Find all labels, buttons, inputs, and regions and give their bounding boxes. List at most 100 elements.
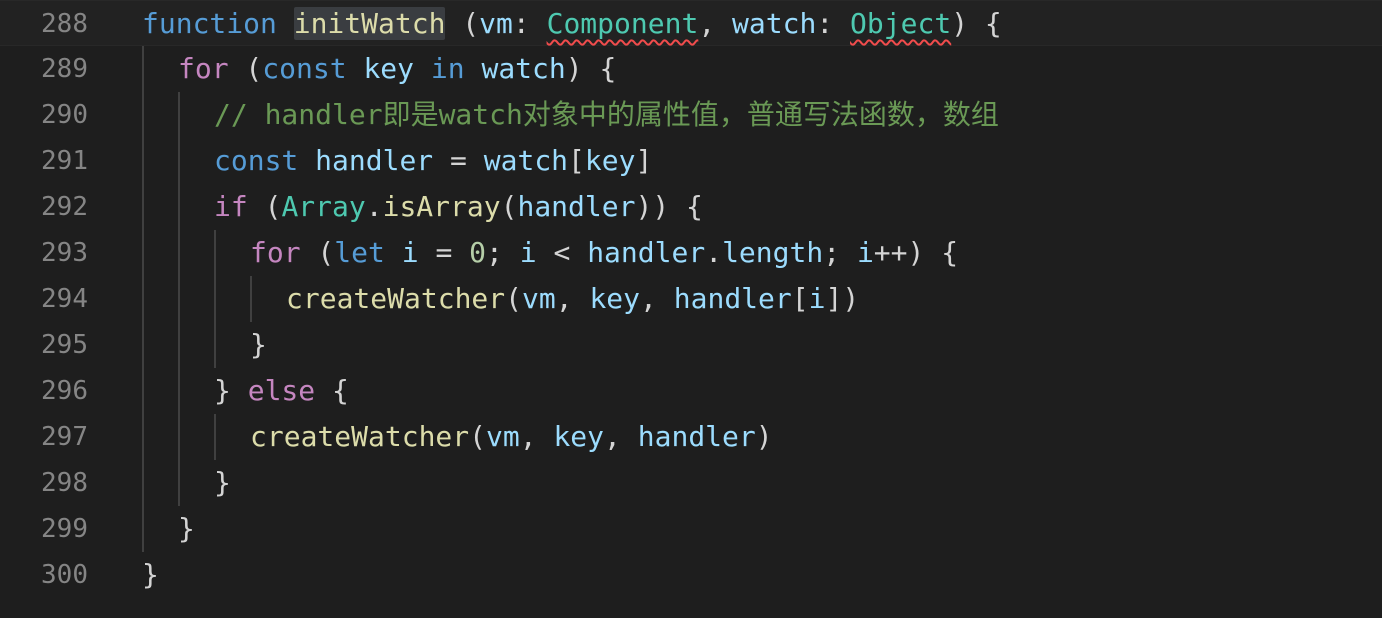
code-text[interactable]: function initWatch (vm: Component, watch…: [142, 7, 1002, 40]
code-token: (: [445, 7, 480, 40]
code-token: else: [247, 374, 316, 407]
line-number: 293: [41, 238, 88, 268]
code-token: for: [250, 236, 301, 269]
line-number: 296: [41, 376, 88, 406]
code-line[interactable]: 298}: [0, 460, 1382, 506]
line-number: 298: [41, 468, 88, 498]
code-text[interactable]: } else {: [214, 377, 349, 405]
line-number: 297: [41, 422, 88, 452]
code-token: isArray: [382, 190, 501, 223]
code-token: {: [315, 374, 349, 407]
line-number: 295: [41, 330, 88, 360]
code-token: :: [512, 7, 547, 40]
code-token: [: [568, 144, 585, 177]
code-text[interactable]: createWatcher(vm, key, handler[i]): [286, 285, 859, 313]
line-number: 299: [41, 514, 88, 544]
code-line[interactable]: 299}: [0, 506, 1382, 552]
line-number: 291: [41, 146, 88, 176]
code-editor[interactable]: 288 function initWatch (vm: Component, wa…: [0, 0, 1382, 618]
code-text[interactable]: // handler即是watch对象中的属性值，普通写法函数，数组: [214, 101, 999, 129]
code-token: }: [214, 466, 231, 499]
code-token: 0: [469, 236, 487, 269]
code-line[interactable]: 300}: [0, 552, 1382, 598]
code-token: let: [334, 236, 385, 269]
code-token: handler: [637, 420, 756, 453]
code-token: (: [247, 190, 282, 223]
code-text[interactable]: }: [178, 515, 195, 543]
code-line[interactable]: 297 createWatcher(vm, key, handler): [0, 414, 1382, 460]
code-text[interactable]: }: [214, 469, 231, 497]
code-line[interactable]: 294 createWatcher(vm, key, handler[i]): [0, 276, 1382, 322]
code-token: const: [214, 144, 299, 177]
code-token: i: [401, 236, 419, 269]
code-token: ,: [640, 282, 674, 315]
code-token: }: [250, 328, 267, 361]
code-token: ;: [823, 236, 857, 269]
line-number: 288: [41, 9, 88, 39]
code-token: <: [536, 236, 588, 269]
code-token: ,: [604, 420, 638, 453]
code-token: handler: [517, 190, 636, 223]
indent-guide: [250, 276, 252, 322]
code-line[interactable]: 291 const handler = watch[key]: [0, 138, 1382, 184]
indent-guide: [214, 414, 216, 460]
code-text[interactable]: const handler = watch[key]: [214, 147, 652, 175]
code-token: }: [214, 374, 248, 407]
code-token: }: [142, 558, 159, 591]
code-text[interactable]: for (let i = 0; i < handler.length; i++)…: [250, 239, 958, 267]
code-token: .: [365, 190, 383, 223]
code-line[interactable]: 289 for (const key in watch) {: [0, 46, 1382, 92]
indent-guide: [178, 92, 180, 506]
line-number: 292: [41, 192, 88, 222]
code-text[interactable]: for (const key in watch) {: [178, 55, 616, 83]
code-token: handler: [673, 282, 792, 315]
code-line[interactable]: 290 // handler即是watch对象中的属性值，普通写法函数，数组: [0, 92, 1382, 138]
code-token: [: [791, 282, 809, 315]
line-number: 294: [41, 284, 88, 314]
code-line[interactable]: 293 for (let i = 0; i < handler.length; i…: [0, 230, 1382, 276]
code-token: if: [214, 190, 248, 223]
code-token: createWatcher: [286, 282, 506, 315]
code-token: ): [755, 420, 773, 453]
line-number: 300: [41, 560, 88, 590]
code-token: (: [300, 236, 335, 269]
code-token: watch: [732, 7, 817, 40]
line-number: 290: [41, 100, 88, 130]
code-token: vm: [479, 7, 513, 40]
code-token: key: [589, 282, 641, 315]
code-line[interactable]: 288 function initWatch (vm: Component, wa…: [0, 0, 1382, 46]
code-token: ,: [519, 420, 554, 453]
code-token: watch: [481, 52, 566, 85]
code-line[interactable]: 292 if (Array.isArray(handler)) {: [0, 184, 1382, 230]
code-token: =: [418, 236, 470, 269]
code-line[interactable]: 295}: [0, 322, 1382, 368]
code-token: length: [722, 236, 824, 269]
code-token: )) {: [635, 190, 703, 223]
code-token: i: [856, 236, 874, 269]
code-text[interactable]: createWatcher(vm, key, handler): [250, 423, 773, 451]
error-token: Object: [850, 7, 952, 40]
indent-guide: [142, 46, 144, 552]
code-text[interactable]: }: [142, 561, 159, 589]
error-token: Component: [546, 7, 699, 40]
code-token: for: [178, 52, 229, 85]
code-token: i: [808, 282, 826, 315]
code-token: // handler即是watch对象中的属性值，普通写法函数，数组: [214, 98, 999, 131]
code-token: =: [433, 144, 484, 177]
code-text[interactable]: if (Array.isArray(handler)) {: [214, 193, 703, 221]
code-text[interactable]: }: [250, 331, 267, 359]
code-token: vm: [522, 282, 556, 315]
indent-guide: [214, 230, 216, 368]
code-token: i: [519, 236, 537, 269]
code-token: (: [469, 420, 487, 453]
code-line[interactable]: 296} else {: [0, 368, 1382, 414]
code-token: (: [228, 52, 263, 85]
code-token: key: [553, 420, 605, 453]
code-token: ;: [486, 236, 520, 269]
